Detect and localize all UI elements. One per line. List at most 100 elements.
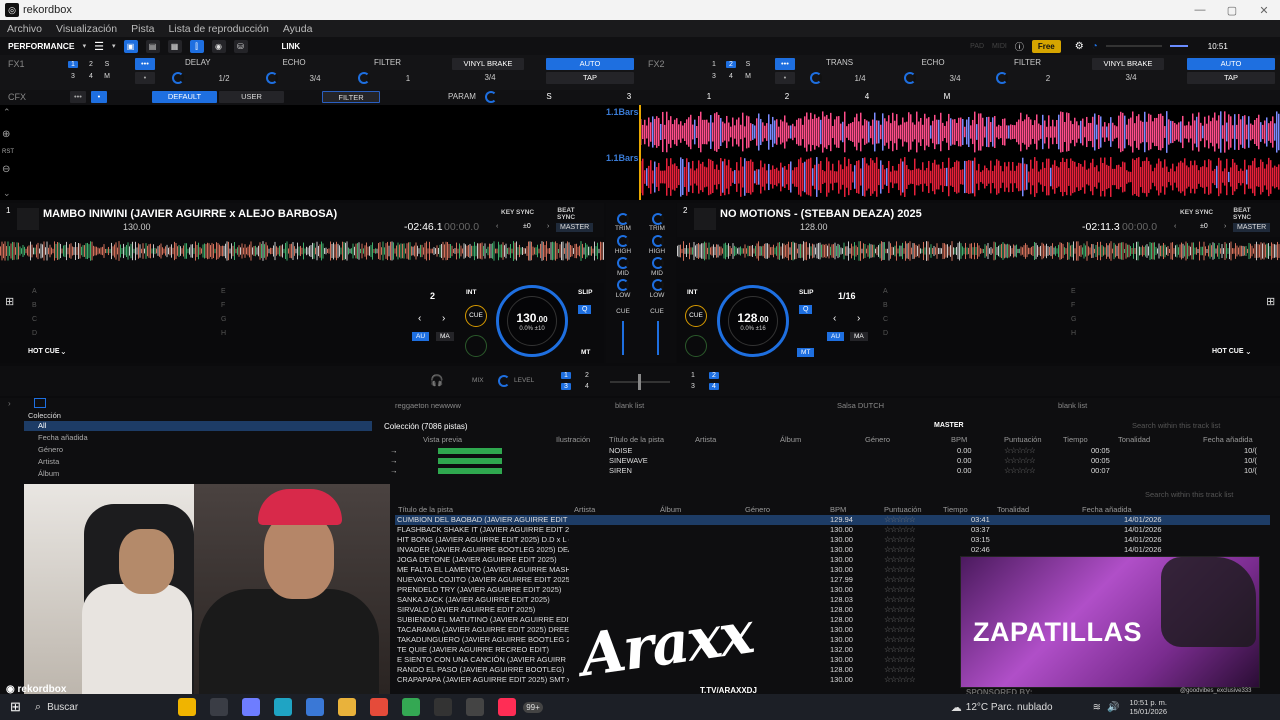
- ch1-fader[interactable]: [622, 321, 624, 355]
- pad-label[interactable]: PAD: [970, 43, 984, 50]
- reset-zoom-button[interactable]: RST: [2, 149, 14, 155]
- plan-free-badge[interactable]: Free: [1031, 39, 1061, 53]
- minimize-button[interactable]: —: [1184, 4, 1216, 17]
- deck1-manual-button[interactable]: MA: [436, 332, 454, 341]
- browser-view-icon[interactable]: [34, 398, 46, 408]
- menu-visualizacion[interactable]: Visualización: [56, 23, 117, 35]
- preview-waveform[interactable]: [438, 468, 502, 474]
- grid-view-icon[interactable]: ⊞: [5, 295, 14, 308]
- chevron-right-icon[interactable]: ›: [8, 399, 11, 408]
- notification-badge[interactable]: 99+: [523, 701, 543, 713]
- cfx-user-tab[interactable]: USER: [219, 91, 284, 103]
- deck-select-2b[interactable]: 2: [709, 372, 719, 379]
- master-select[interactable]: MASTER: [934, 422, 964, 429]
- track-table-row[interactable]: HIT BONG (JAVIER AGUIRRE EDIT 2025) D.D …: [395, 535, 1270, 545]
- col-preview[interactable]: Vista previa: [423, 435, 462, 444]
- widgets-icon[interactable]: [178, 698, 197, 716]
- info-icon[interactable]: ⓘ: [1015, 40, 1024, 53]
- fx1-more-button[interactable]: •••: [135, 58, 155, 70]
- deck2-pad-d[interactable]: D: [883, 330, 888, 337]
- master-volume-slider[interactable]: [1105, 45, 1162, 47]
- windows-start-icon[interactable]: ⊞: [10, 699, 21, 715]
- chevron-right-icon[interactable]: ›: [857, 313, 860, 324]
- midi-label[interactable]: MIDI: [992, 43, 1007, 50]
- col2-time[interactable]: Tiempo: [943, 505, 968, 514]
- fx1-deck-3[interactable]: 3: [68, 73, 78, 80]
- chevron-left-icon[interactable]: ‹: [418, 313, 421, 324]
- deck-select-2[interactable]: 2: [582, 372, 592, 379]
- fx1-slot3-knob[interactable]: [358, 72, 370, 84]
- ch1-high-knob[interactable]: [617, 235, 629, 247]
- wifi-icon[interactable]: ≋: [1093, 702, 1101, 713]
- cfx-param-knob[interactable]: [485, 91, 497, 103]
- chevron-right-icon[interactable]: ›: [1224, 223, 1226, 230]
- fx2-slot2-knob[interactable]: [904, 72, 916, 84]
- fx1-tap-button[interactable]: TAP: [546, 72, 634, 84]
- ch2-mid-knob[interactable]: [652, 257, 664, 269]
- deck2-pad-g[interactable]: G: [1071, 316, 1076, 323]
- deck-select-1[interactable]: 1: [561, 372, 571, 379]
- deck1-mt-button[interactable]: MT: [581, 349, 590, 356]
- tab-playlist-4[interactable]: blank list: [1058, 401, 1087, 410]
- chevron-right-icon[interactable]: ›: [442, 313, 445, 324]
- menu-lista[interactable]: Lista de reproducción: [168, 23, 268, 35]
- deck2-time-remaining[interactable]: -02:11.3: [1082, 221, 1120, 233]
- fx2-slot2-name[interactable]: ECHO: [921, 58, 945, 67]
- ch2-trim-knob[interactable]: [652, 213, 664, 225]
- search-input-2[interactable]: Search within this track list: [1145, 490, 1233, 499]
- ch1-trim-knob[interactable]: [617, 213, 629, 225]
- task-view-icon[interactable]: [210, 698, 229, 716]
- chrome2-icon[interactable]: [402, 698, 421, 716]
- ch1-cue-button[interactable]: CUE: [612, 308, 634, 315]
- fx2-deck-s[interactable]: S: [743, 61, 753, 68]
- deck2-hot-cue-select[interactable]: HOT CUE: [1212, 348, 1244, 355]
- upper-table-row[interactable]: → SIREN 0.00 ☆☆☆☆☆ 00:07 10/(: [384, 466, 1264, 476]
- deck2-beat-sync-button[interactable]: BEAT SYNC: [1233, 207, 1251, 221]
- ch2-cue-button[interactable]: CUE: [646, 308, 668, 315]
- col-title[interactable]: Título de la pista: [609, 435, 664, 444]
- link-button[interactable]: LINK: [282, 42, 301, 51]
- fx1-slot2-knob[interactable]: [266, 72, 278, 84]
- fx2-slot1-knob[interactable]: [810, 72, 822, 84]
- fx2-deck-1[interactable]: 1: [709, 61, 719, 68]
- chevron-up-icon[interactable]: ⌃: [3, 107, 11, 118]
- deck1-time-remaining[interactable]: -02:46.1: [404, 221, 443, 233]
- col-artwork[interactable]: Ilustración: [556, 435, 590, 444]
- deck1-pad-g[interactable]: G: [221, 316, 226, 323]
- deck2-play-button[interactable]: [685, 335, 707, 357]
- fx2-slot3-name[interactable]: FILTER: [1014, 58, 1041, 67]
- copilot-icon[interactable]: [242, 698, 261, 716]
- grid-view-icon[interactable]: ⊞: [1266, 295, 1275, 308]
- mixer-icon[interactable]: ⫿: [189, 39, 204, 53]
- chevron-left-icon[interactable]: ‹: [833, 313, 836, 324]
- enlarged-waveform-area[interactable]: ⌃ ⊕ RST ⊖ ⌄ 1.1Bars 1.1Bars: [0, 105, 1280, 200]
- deck2-pad-f[interactable]: F: [1071, 302, 1075, 309]
- deck1-pad-h[interactable]: H: [221, 330, 226, 337]
- ch1-low-knob[interactable]: [617, 279, 629, 291]
- col-album[interactable]: Álbum: [780, 435, 801, 444]
- deck1-key-sync-button[interactable]: KEY SYNC: [501, 209, 534, 216]
- sampler-icon[interactable]: ⛁: [233, 39, 248, 53]
- edge-icon[interactable]: [274, 698, 293, 716]
- chevron-down-icon[interactable]: ⌄: [60, 347, 67, 356]
- layout-2deck-icon[interactable]: ▣: [123, 39, 138, 53]
- close-button[interactable]: ✕: [1248, 4, 1280, 17]
- preview-waveform[interactable]: [438, 458, 502, 464]
- tree-date-added[interactable]: Fecha añadida: [38, 433, 88, 442]
- col-date[interactable]: Fecha añadida: [1203, 435, 1253, 444]
- deck1-master-button[interactable]: MASTER: [556, 223, 594, 232]
- fx1-slot1-knob[interactable]: [172, 72, 184, 84]
- preview-waveform[interactable]: [438, 448, 502, 454]
- deck1-pad-c[interactable]: C: [32, 316, 37, 323]
- fx2-more-button[interactable]: •••: [775, 58, 795, 70]
- deck2-time-elapsed[interactable]: 00:00.0: [1122, 221, 1157, 233]
- tree-collection[interactable]: Colección: [28, 411, 61, 420]
- weather-icon[interactable]: ☁: [951, 701, 962, 714]
- deck2-zoom-waveform[interactable]: [640, 157, 1280, 197]
- maximize-button[interactable]: ▢: [1216, 4, 1248, 17]
- deck2-pad-e[interactable]: E: [1071, 288, 1076, 295]
- deck1-quantize-button[interactable]: Q: [578, 305, 592, 314]
- fx1-vinyl-brake[interactable]: VINYL BRAKE: [452, 58, 524, 70]
- search-input[interactable]: Search within this track list: [1132, 421, 1220, 430]
- tree-all[interactable]: All: [24, 421, 372, 431]
